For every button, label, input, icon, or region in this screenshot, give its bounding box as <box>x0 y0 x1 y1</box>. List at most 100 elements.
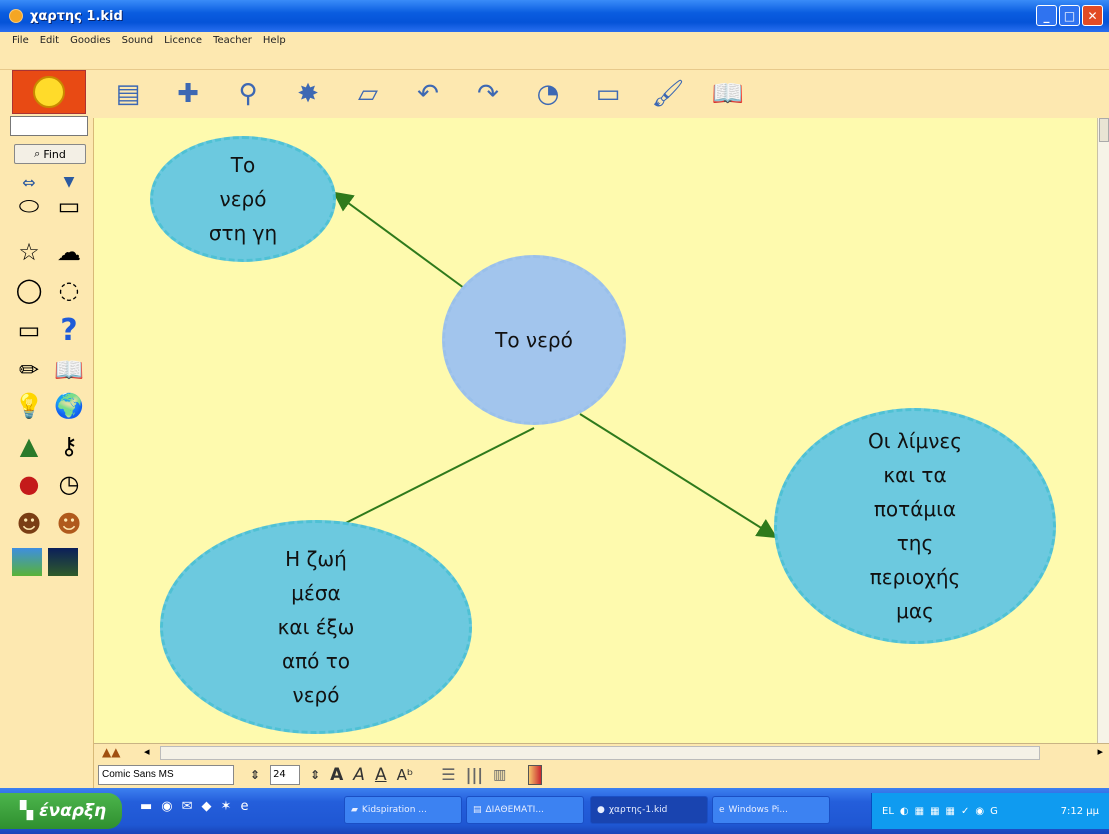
menu-help[interactable]: Help <box>263 35 286 46</box>
mail-icon[interactable]: ✉ <box>182 799 193 814</box>
add-symbol-icon[interactable]: ✚ <box>162 75 214 113</box>
task-kidspiration[interactable]: ▰ Kidspiration ... <box>344 796 462 824</box>
color-swatch[interactable] <box>528 764 543 785</box>
application-window: χαρτης 1.kid _ □ ✕ File Edit Goodies Sou… <box>0 0 1109 834</box>
symbol-search-input[interactable] <box>10 116 88 136</box>
italic-button[interactable]: A <box>353 765 365 785</box>
tray-icon[interactable]: ▦ <box>946 806 955 817</box>
columns-icon[interactable]: ||| <box>466 765 484 784</box>
tray-icon[interactable]: G <box>990 806 998 817</box>
lightbulb-icon[interactable]: 💡 <box>12 392 46 420</box>
scroll-left-icon[interactable]: ◂ <box>144 745 150 758</box>
link-tool-icon[interactable]: ⚲ <box>222 75 274 113</box>
tray-icon[interactable]: ◐ <box>900 806 909 817</box>
smiley-icon <box>33 76 65 108</box>
redo-icon[interactable]: ↷ <box>462 75 514 113</box>
show-desktop-icon[interactable]: ▬ <box>140 799 152 814</box>
font-size-field[interactable]: 24 <box>270 764 301 785</box>
undo-icon[interactable]: ↶ <box>402 75 454 113</box>
bandage-icon[interactable]: ▱ <box>342 75 394 113</box>
globe-icon[interactable]: 🌍 <box>52 392 86 420</box>
vertical-scrollbar[interactable] <box>1097 118 1109 743</box>
task-label: Kidspiration ... <box>361 805 427 815</box>
line-style-icon[interactable]: ☰ <box>441 765 455 784</box>
apple-icon[interactable]: ● <box>12 470 46 498</box>
ie-icon[interactable]: e <box>240 799 248 814</box>
find-button[interactable]: ⌕ Find <box>14 144 86 164</box>
book-icon[interactable]: 📖 <box>52 356 86 384</box>
tray-icon[interactable]: ▦ <box>915 806 924 817</box>
start-button[interactable]: ▚ έναρξη <box>0 793 122 829</box>
oval-shape-icon[interactable]: ⬭ <box>12 192 46 220</box>
menu-goodies[interactable]: Goodies <box>70 35 110 46</box>
language-indicator[interactable]: EL <box>882 806 894 817</box>
underline-button[interactable]: A <box>375 765 387 785</box>
magnifier-icon: ⌕ <box>34 147 41 160</box>
rectangle-shape-icon[interactable]: ▭ <box>52 192 86 220</box>
node-line: και έξω <box>277 615 355 639</box>
name-label-icon[interactable]: ▭ <box>582 75 634 113</box>
node-water-central[interactable]: Το νερό <box>442 255 626 425</box>
girl-icon[interactable]: ☻ <box>52 510 86 538</box>
size-stepper-icon[interactable]: ⇕ <box>310 768 320 782</box>
media-icon[interactable]: ◆ <box>202 799 212 814</box>
menu-teacher[interactable]: Teacher <box>213 35 252 46</box>
system-tray: EL ◐ ▦ ▦ ▦ ✓ ◉ G 7:12 μμ <box>871 793 1109 829</box>
link-center-to-right[interactable] <box>579 413 778 539</box>
key-icon[interactable]: ⚷ <box>52 432 86 460</box>
node-life-in-and-out-of-water[interactable]: Η ζωή μέσα και έξω από το νερό <box>160 520 472 734</box>
writing-view-icon[interactable]: 📖 <box>702 75 754 113</box>
cloud-icon[interactable]: ☁ <box>52 238 86 266</box>
bold-button[interactable]: A <box>330 765 343 785</box>
speech-bubble-icon[interactable]: ◯ <box>12 276 46 304</box>
listen-icon[interactable]: ◔ <box>522 75 574 113</box>
task-xartis[interactable]: ● χαρτης-1.kid <box>590 796 708 824</box>
picture-view-icon[interactable]: ▤ <box>102 75 154 113</box>
browser-icon[interactable]: ◉ <box>161 799 172 814</box>
diagram-canvas[interactable]: Το νερό στη γη Το νερό Η ζωή μέσα και έξ… <box>94 118 1097 743</box>
boy-icon[interactable]: ☻ <box>12 510 46 538</box>
triangle-tabs-icon[interactable]: ▲▲ <box>102 745 120 759</box>
question-mark-icon[interactable]: ? <box>52 313 86 348</box>
menu-file[interactable]: File <box>12 35 29 46</box>
tooth-icon[interactable]: ◌ <box>52 276 86 304</box>
rapidfire-icon[interactable]: ✸ <box>282 75 334 113</box>
palette-row-star: ☆ ☁ <box>12 238 86 266</box>
maximize-button[interactable]: □ <box>1059 5 1080 26</box>
title-bar[interactable]: χαρτης 1.kid _ □ ✕ <box>0 0 1109 32</box>
font-name-field[interactable]: Comic Sans MS <box>98 764 234 785</box>
tree-icon[interactable]: ▲ <box>12 432 46 460</box>
star-icon[interactable]: ☆ <box>12 238 46 266</box>
clock[interactable]: 7:12 μμ <box>1061 806 1099 817</box>
landscape-night-icon[interactable] <box>48 548 78 576</box>
tray-icon[interactable]: ▦ <box>930 806 939 817</box>
color-brush-icon[interactable]: 🖌 <box>642 75 694 113</box>
clock-icon[interactable]: ◷ <box>52 470 86 498</box>
text-color-button[interactable]: Aᵇ <box>397 766 414 784</box>
app-launch-icon[interactable]: ✶ <box>221 799 232 814</box>
node-water-on-earth[interactable]: Το νερό στη γη <box>150 136 336 262</box>
font-size-stepper-icon[interactable]: ⇕ <box>250 768 260 782</box>
landscape-day-icon[interactable] <box>12 548 42 576</box>
menu-licence[interactable]: Licence <box>164 35 202 46</box>
menu-sound[interactable]: Sound <box>122 35 154 46</box>
link-center-to-top-left[interactable] <box>332 191 465 289</box>
node-lakes-and-rivers[interactable]: Οι λίμνες και τα ποτάμια της περιοχής μα… <box>774 408 1056 644</box>
app-icon <box>9 9 23 23</box>
close-button[interactable]: ✕ <box>1082 5 1103 26</box>
task-windows-picture[interactable]: e Windows Pi... <box>712 796 830 824</box>
menu-edit[interactable]: Edit <box>40 35 59 46</box>
minimize-button[interactable]: _ <box>1036 5 1057 26</box>
scroll-up-button[interactable] <box>1099 118 1109 142</box>
node-line: από το <box>281 649 351 673</box>
layout-icon[interactable]: ▥ <box>493 767 506 783</box>
scroll-right-icon[interactable]: ▸ <box>1097 745 1103 758</box>
kidspiration-logo[interactable] <box>12 70 86 114</box>
task-diathematiko[interactable]: ▤ ΔΙΑΘΕΜΑΤΙ... <box>466 796 584 824</box>
tray-icon[interactable]: ◉ <box>975 806 984 817</box>
folder-icon: ▰ <box>351 805 358 815</box>
pencil-icon[interactable]: ✏ <box>12 356 46 384</box>
horizontal-scrollbar[interactable] <box>160 746 1040 760</box>
tray-icon[interactable]: ✓ <box>961 806 969 817</box>
ruler-icon[interactable]: ▭ <box>12 316 46 344</box>
